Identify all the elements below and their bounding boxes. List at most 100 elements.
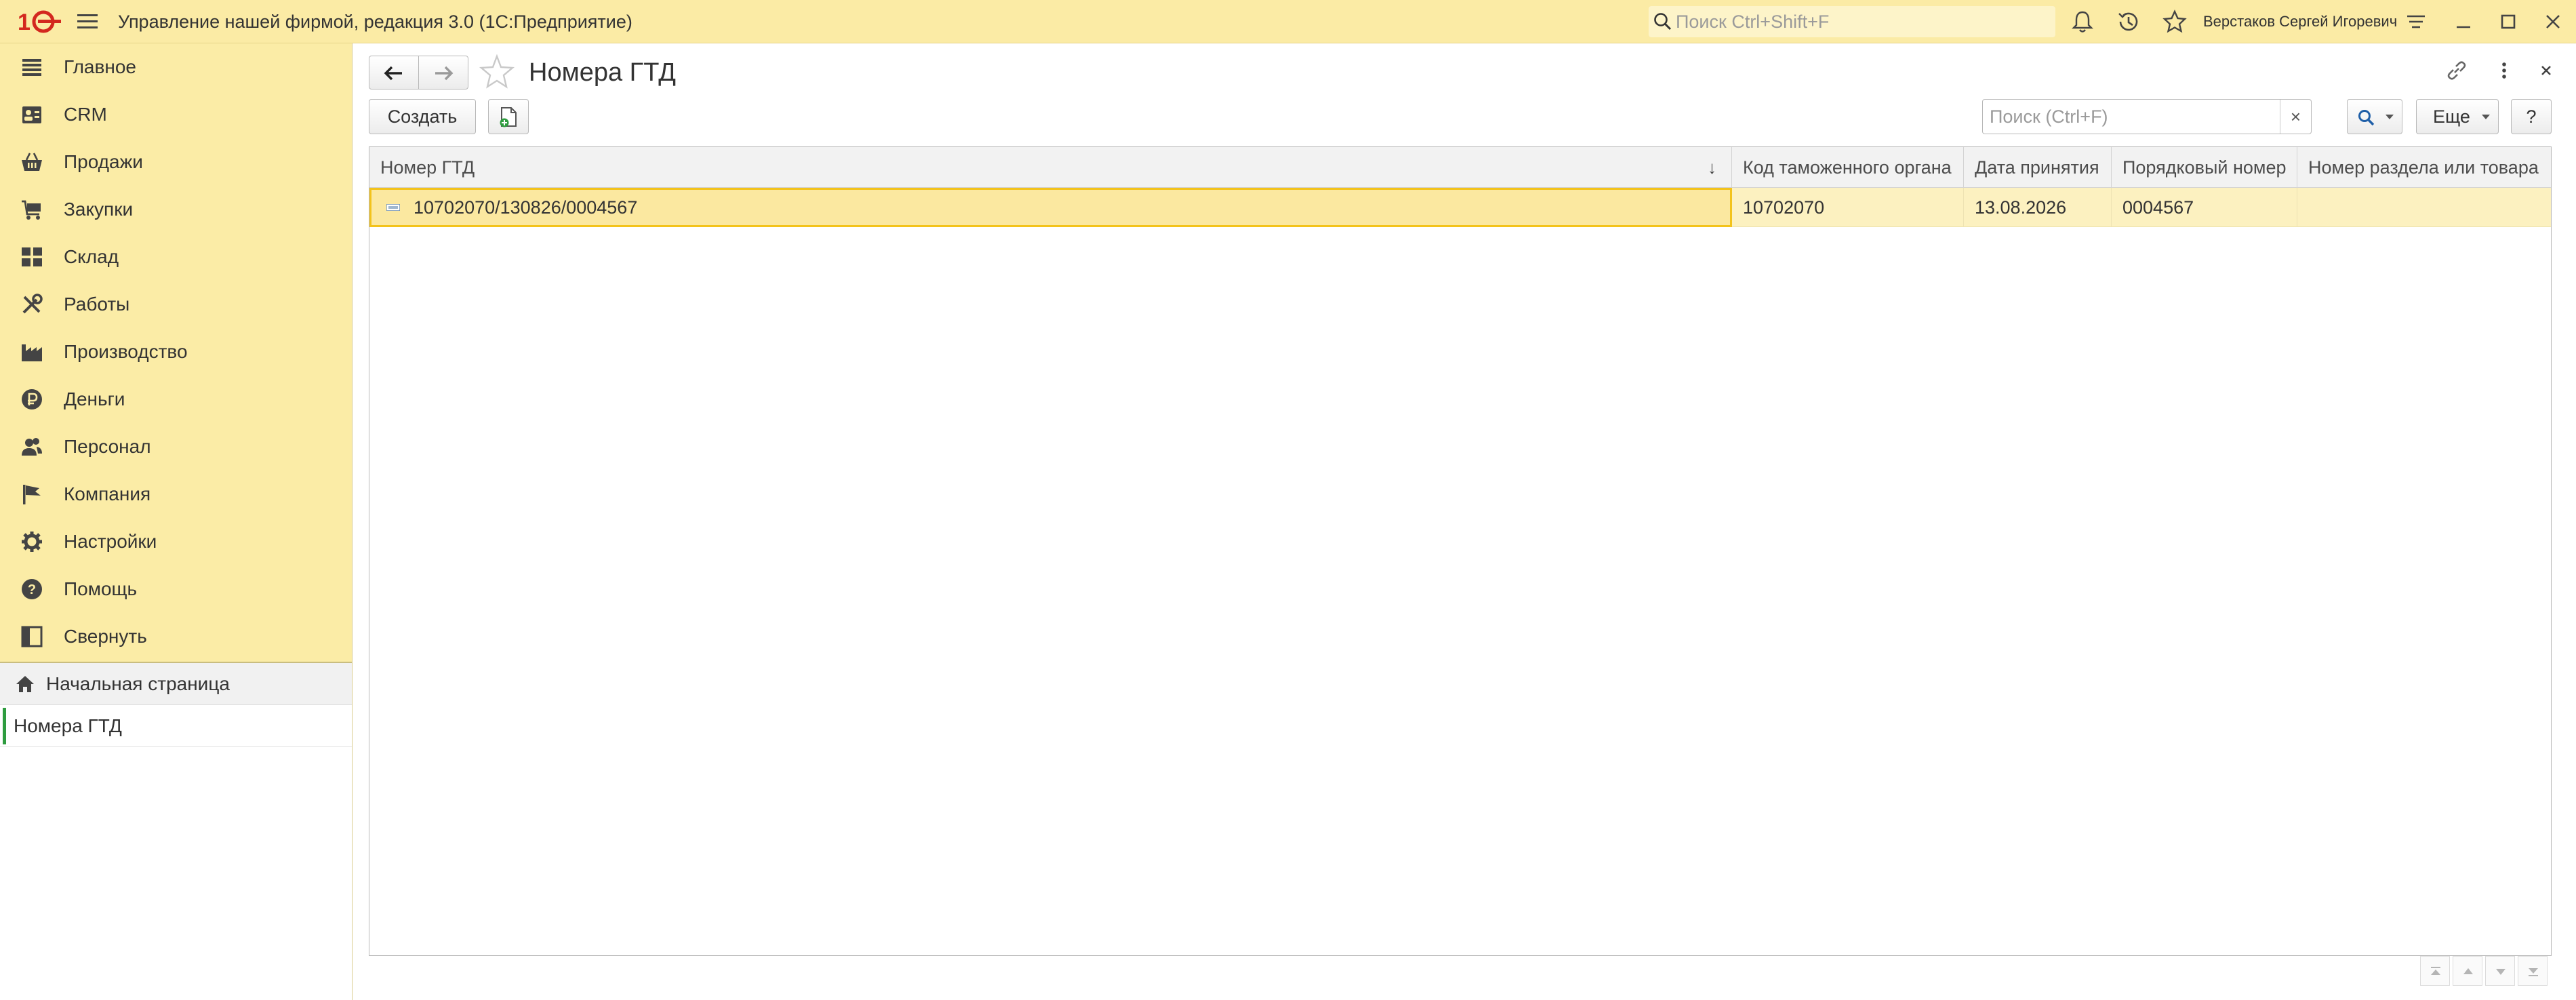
cell-section[interactable] <box>2297 188 2551 227</box>
create-button[interactable]: Создать <box>369 99 476 134</box>
sidebar: Главное CRM Продажи Закупки Склад Работы… <box>0 43 353 1000</box>
sidebar-item-warehouse[interactable]: Склад <box>0 233 352 281</box>
sidebar-item-company[interactable]: Компания <box>0 471 352 518</box>
sidebar-item-label: Помощь <box>64 578 138 599</box>
more-actions-icon[interactable] <box>2491 57 2518 84</box>
scroll-first-button[interactable] <box>2420 956 2450 986</box>
column-header-serial[interactable]: Порядковый номер <box>2112 147 2297 188</box>
sidebar-item-production[interactable]: Производство <box>0 328 352 376</box>
table-row[interactable]: 10702070/130826/0004567 10702070 13.08.2… <box>369 188 2551 227</box>
main-menu-icon[interactable] <box>73 11 100 33</box>
cart-icon <box>22 200 41 220</box>
ruble-icon <box>22 389 42 409</box>
cell-date[interactable]: 13.08.2026 <box>1964 188 2112 227</box>
column-header-customs-code[interactable]: Код таможенного органа <box>1732 147 1964 188</box>
sidebar-item-label: Деньги <box>64 388 125 409</box>
user-name[interactable]: Верстаков Сергей Игоревич <box>2203 0 2397 43</box>
svg-text:1: 1 <box>18 9 31 35</box>
column-header-number[interactable]: Номер ГТД ↓ <box>369 147 1732 188</box>
cell-customs-code[interactable]: 10702070 <box>1732 188 1964 227</box>
search-button[interactable] <box>2347 99 2402 134</box>
svg-text:?: ? <box>28 582 36 597</box>
link-icon[interactable] <box>2443 57 2470 84</box>
scroll-top-icon <box>2431 967 2440 975</box>
sidebar-item-label: Склад <box>64 246 119 267</box>
sidebar-item-label: Продажи <box>64 151 143 172</box>
open-window-gtd[interactable]: Номера ГТД <box>0 705 352 747</box>
search-icon <box>1654 13 1672 31</box>
chevron-up-icon <box>2463 968 2473 974</box>
sidebar-item-label: Настройки <box>64 531 157 552</box>
open-window-label: Номера ГТД <box>14 715 122 736</box>
home-page-label: Начальная страница <box>46 673 230 694</box>
people-icon <box>22 438 42 456</box>
sidebar-item-label: Свернуть <box>64 626 147 647</box>
sidebar-item-settings[interactable]: Настройки <box>0 518 352 565</box>
sidebar-item-crm[interactable]: CRM <box>0 91 352 138</box>
maximize-icon[interactable] <box>2495 8 2522 35</box>
sidebar-item-works[interactable]: Работы <box>0 281 352 328</box>
app-window: 1 Управление нашей фирмой, редакция 3.0 … <box>0 0 2576 1000</box>
back-button[interactable] <box>369 56 419 89</box>
sidebar-item-collapse[interactable]: Свернуть <box>0 613 352 660</box>
minimize-icon[interactable] <box>2450 8 2477 35</box>
gear-icon <box>22 532 42 552</box>
app-title: Управление нашей фирмой, редакция 3.0 (1… <box>118 12 632 32</box>
main-form: Номера ГТД Создать × <box>353 43 2576 1000</box>
gtd-table[interactable]: Номер ГТД ↓ Код таможенного органа Дата … <box>369 146 2552 956</box>
home-icon <box>16 676 34 692</box>
document-add-icon <box>500 107 517 127</box>
search-clear-button[interactable]: × <box>2280 100 2311 134</box>
save-to-file-button[interactable] <box>488 99 529 134</box>
bell-icon[interactable] <box>2069 8 2096 35</box>
page-title: Номера ГТД <box>529 58 676 87</box>
scroll-last-button[interactable] <box>2518 956 2548 986</box>
column-header-label: Номер ГТД <box>380 157 475 178</box>
sort-desc-icon: ↓ <box>1708 157 1716 178</box>
active-window-marker <box>3 708 6 744</box>
column-header-section[interactable]: Номер раздела или товара <box>2297 147 2551 188</box>
sidebar-item-label: Закупки <box>64 199 134 220</box>
close-form-icon[interactable] <box>2533 57 2560 84</box>
catalog-item-icon <box>386 204 400 211</box>
list-search: × <box>1982 99 2312 134</box>
sidebar-item-sales[interactable]: Продажи <box>0 138 352 186</box>
sidebar-item-label: Компания <box>64 483 151 504</box>
sidebar-item-label: Работы <box>64 294 130 315</box>
collapse-icon <box>21 626 43 647</box>
title-bar: 1 Управление нашей фирмой, редакция 3.0 … <box>0 0 2576 43</box>
favorites-star-icon[interactable] <box>2161 8 2188 35</box>
sidebar-item-main[interactable]: Главное <box>0 43 352 91</box>
scroll-down-button[interactable] <box>2485 956 2515 986</box>
1c-logo-icon[interactable]: 1 <box>18 7 61 37</box>
scroll-up-button[interactable] <box>2453 956 2482 986</box>
flag-icon <box>23 485 41 504</box>
cell-number[interactable]: 10702070/130826/0004567 <box>369 188 1732 227</box>
global-search-input[interactable] <box>1676 6 2049 37</box>
history-nav <box>369 56 469 89</box>
close-icon[interactable] <box>2539 8 2567 35</box>
favorite-star-icon[interactable] <box>479 54 515 89</box>
forward-button[interactable] <box>418 56 468 89</box>
search-icon <box>2358 110 2375 126</box>
arrow-right-icon <box>435 66 454 81</box>
tools-icon <box>22 294 43 314</box>
more-button-label: Еще <box>2433 106 2470 127</box>
history-icon[interactable] <box>2115 8 2142 35</box>
home-page-link[interactable]: Начальная страница <box>0 663 352 705</box>
list-icon <box>22 59 41 76</box>
open-windows-panel: Начальная страница Номера ГТД <box>0 662 352 1000</box>
settings-lines-icon[interactable] <box>2402 8 2430 35</box>
cell-serial[interactable]: 0004567 <box>2112 188 2297 227</box>
sidebar-item-money[interactable]: Деньги <box>0 376 352 423</box>
help-button[interactable]: ? <box>2511 99 2552 134</box>
sidebar-item-purchases[interactable]: Закупки <box>0 186 352 233</box>
more-button[interactable]: Еще <box>2416 99 2499 134</box>
sidebar-item-staff[interactable]: Персонал <box>0 423 352 471</box>
sidebar-item-help[interactable]: ? Помощь <box>0 565 352 613</box>
list-search-input[interactable] <box>1990 100 2274 134</box>
contacts-icon <box>22 106 41 123</box>
global-search[interactable] <box>1649 6 2055 37</box>
sidebar-item-label: CRM <box>64 104 107 125</box>
column-header-date[interactable]: Дата принятия <box>1964 147 2112 188</box>
